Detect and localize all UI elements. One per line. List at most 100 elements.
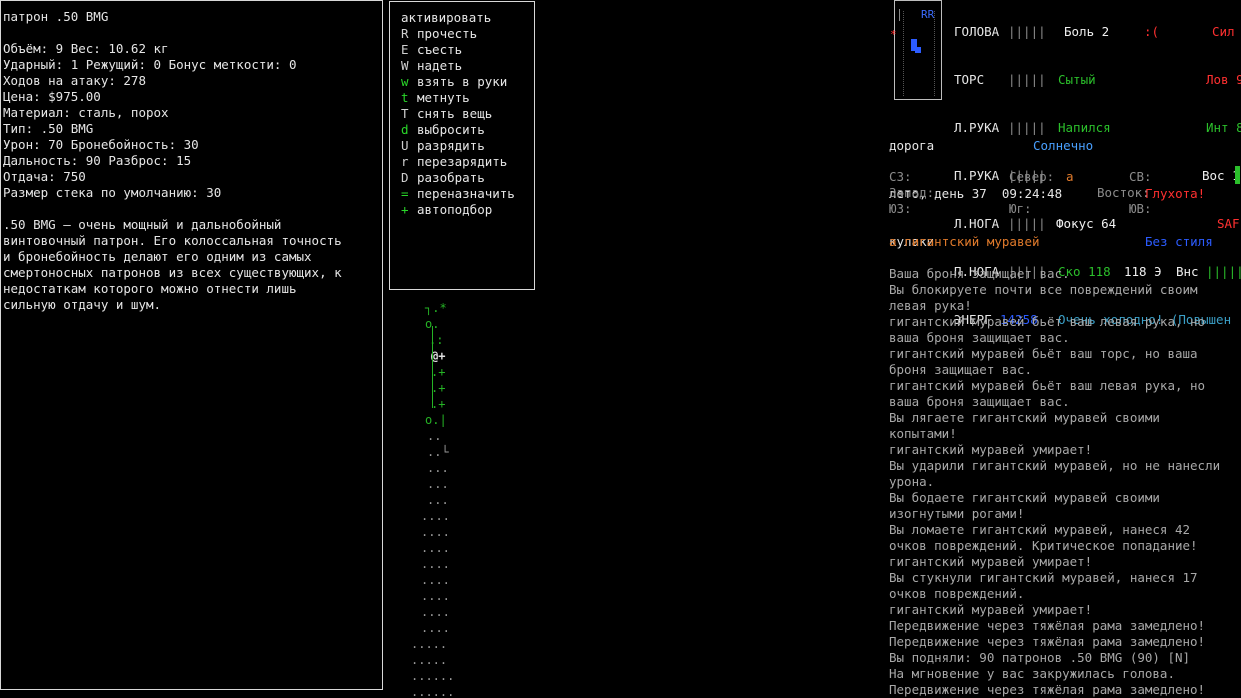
action-item[interactable]: t метнуть bbox=[401, 90, 534, 106]
compass-se: ЮВ: bbox=[1129, 201, 1152, 216]
item-stat-line: Урон: 70 Бронебойность: 30 bbox=[3, 137, 199, 152]
map-row: .... bbox=[421, 557, 450, 571]
action-item[interactable]: w взять в руки bbox=[401, 74, 534, 90]
minimap-marker: * bbox=[890, 28, 897, 41]
map-row: o.| bbox=[425, 413, 447, 427]
map-row: .... bbox=[421, 573, 450, 587]
action-menu-header: активировать bbox=[401, 10, 492, 25]
item-stat-line: Отдача: 750 bbox=[3, 169, 86, 184]
item-stat-line: Материал: сталь, порох bbox=[3, 105, 169, 120]
log-message: гигантский муравей умирает! bbox=[889, 442, 1093, 457]
creature-name: гигантский муравей bbox=[904, 234, 1040, 249]
map-row: .+ bbox=[431, 381, 446, 395]
pain-status: Боль 2 bbox=[1064, 24, 1110, 39]
log-message: урона. bbox=[889, 474, 935, 489]
minimap: RR * bbox=[890, 0, 942, 100]
action-list: Rпрочесть Eсъесть Wнадеть w взять в руки t мет… bbox=[401, 26, 534, 218]
log-message: Вы ломаете гигантский муравей, нанеся 42 bbox=[889, 522, 1191, 537]
action-label: взять в руки bbox=[417, 74, 508, 89]
action-hotkey: T bbox=[401, 106, 409, 121]
item-description-line: смертоносных патронов из всех существующ… bbox=[3, 265, 342, 280]
action-label: автоподбор bbox=[417, 202, 493, 217]
action-label: перезарядить bbox=[417, 154, 508, 169]
action-label: съесть bbox=[417, 42, 463, 57]
compass-n-value: а bbox=[1066, 169, 1074, 184]
compass-e: Восток: bbox=[1097, 185, 1150, 200]
action-item[interactable]: Eсъесть bbox=[401, 42, 534, 58]
action-hotkey: D bbox=[401, 170, 409, 185]
action-item[interactable]: Tснять вещь bbox=[401, 106, 534, 122]
action-item[interactable]: Wнадеть bbox=[401, 58, 534, 74]
item-stat-line: Дальность: 90 Разброс: 15 bbox=[3, 153, 192, 168]
action-hotkey: U bbox=[401, 138, 409, 153]
action-item[interactable]: + автоподбор bbox=[401, 202, 534, 218]
log-message: очков повреждений. bbox=[889, 586, 1025, 601]
map-row: ...... bbox=[411, 685, 455, 698]
dexterity-stat: Лов 9 bbox=[1206, 72, 1241, 87]
map-row: ┐.* bbox=[425, 301, 447, 315]
map-row: ..... bbox=[411, 637, 448, 651]
compass: СЗ: Север: а СВ: Запад: Восток: ЮЗ: Юг: … bbox=[889, 169, 1241, 217]
action-hotkey: w bbox=[401, 74, 409, 89]
log-message: ваша броня защищает вас. bbox=[889, 394, 1070, 409]
map-row: .... bbox=[421, 509, 450, 523]
action-label: прочесть bbox=[417, 26, 478, 41]
log-message: Передвижение через тяжёлая рама замедлен… bbox=[889, 634, 1206, 649]
action-hotkey: R bbox=[401, 26, 409, 41]
log-message: копытами! bbox=[889, 426, 957, 441]
log-message: Ваша броня защищает вас. bbox=[889, 266, 1070, 281]
action-hotkey: r bbox=[401, 154, 409, 169]
compass-s: Юг: bbox=[1009, 201, 1032, 216]
item-description-line: и бронебойность делают его одним из самы… bbox=[3, 249, 312, 264]
action-item[interactable]: r перезарядить bbox=[401, 154, 534, 170]
compass-nw: СЗ: bbox=[889, 169, 912, 184]
action-menu: активировать Rпрочесть Eсъесть Wнадеть w взя… bbox=[389, 1, 535, 290]
action-item[interactable]: Rпрочесть bbox=[401, 26, 534, 42]
map-row: .... bbox=[421, 525, 450, 539]
message-log: Ваша броня защищает вас. Вы блокируете по… bbox=[889, 266, 1241, 698]
action-label: надеть bbox=[417, 58, 463, 73]
log-message: очков повреждений. Критическое попадание… bbox=[889, 538, 1198, 553]
item-description: .50 BMG – очень мощный и дальнобойный вин… bbox=[3, 217, 382, 313]
map-row: .... bbox=[421, 589, 450, 603]
action-hotkey: t bbox=[401, 90, 409, 105]
action-item[interactable]: Dразобрать bbox=[401, 170, 534, 186]
action-label: переназначить bbox=[417, 186, 515, 201]
compass-w: Запад: bbox=[889, 185, 935, 200]
item-description-line: сильную отдачу и шум. bbox=[3, 297, 162, 312]
terrain-label: дорога bbox=[889, 138, 935, 153]
martial-style: Без стиля bbox=[1145, 234, 1213, 249]
action-hotkey: = bbox=[401, 186, 409, 201]
item-stat-line: Ходов на атаку: 278 bbox=[3, 73, 146, 88]
head-label: ГОЛОВА bbox=[954, 24, 1000, 39]
log-message: Передвижение через тяжёлая рама замедлен… bbox=[889, 682, 1206, 697]
weather-label: Солнечно bbox=[1033, 138, 1094, 153]
log-message: гигантский муравей умирает! bbox=[889, 602, 1093, 617]
nearby-creature: а гигантский муравей bbox=[889, 234, 1040, 250]
compass-n: Север: bbox=[1009, 169, 1055, 184]
torso-bar: ||||| bbox=[1008, 72, 1046, 87]
action-hotkey: d bbox=[401, 122, 409, 137]
action-item[interactable]: = переназначить bbox=[401, 186, 534, 202]
log-message: гигантский муравей бьёт ваш левая рука, … bbox=[889, 314, 1206, 329]
item-stat-line: Тип: .50 BMG bbox=[3, 121, 94, 136]
action-item[interactable]: d выбросить bbox=[401, 122, 534, 138]
local-map[interactable]: ┐.* o..: @+ .+ .+ .+ o.|.. ..└.................… bbox=[405, 300, 485, 698]
action-item[interactable]: Uразрядить bbox=[401, 138, 534, 154]
map-row: .... bbox=[421, 605, 450, 619]
compass-ne: СВ: bbox=[1129, 169, 1152, 184]
log-message: гигантский муравей умирает! bbox=[889, 554, 1093, 569]
log-message: Вы блокируете почти все повреждений свои… bbox=[889, 282, 1198, 297]
item-stat-line: Ударный: 1 Режущий: 0 Бонус меткости: 0 bbox=[3, 57, 297, 72]
action-label: разрядить bbox=[417, 138, 485, 153]
item-name: патрон .50 BMG bbox=[3, 9, 109, 24]
minimap-road bbox=[903, 11, 935, 96]
mood-face: :( bbox=[1144, 24, 1160, 39]
action-label: выбросить bbox=[417, 122, 485, 137]
log-message: Передвижение через тяжёлая рама замедлен… bbox=[889, 618, 1206, 633]
item-info-panel: патрон .50 BMG Объём: 9 Вес: 10.62 кг Уда… bbox=[0, 0, 383, 690]
map-row: .. bbox=[427, 429, 442, 443]
map-row: .+ bbox=[431, 365, 446, 379]
